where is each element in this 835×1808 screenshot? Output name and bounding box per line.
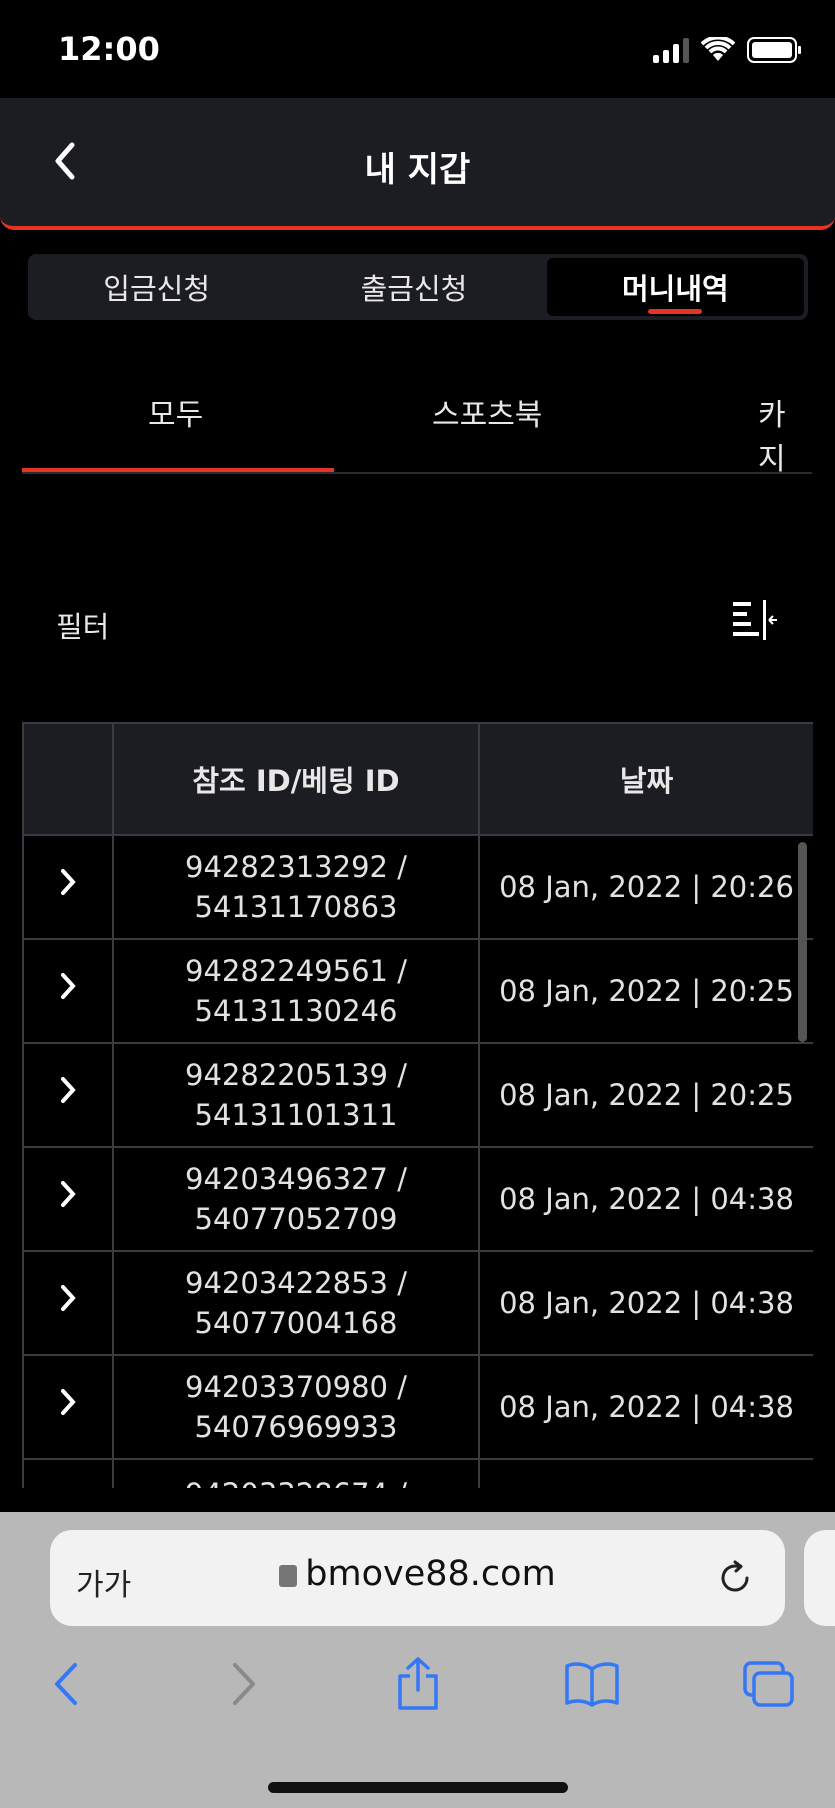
status-time: 12:00 [58,30,160,68]
tab-deposit-request[interactable]: 입금신청 [28,254,285,320]
reload-icon[interactable] [713,1556,757,1600]
url-display[interactable]: bmove88.com [50,1554,785,1594]
filter-icon [733,600,777,640]
expand-row-button[interactable] [22,1042,114,1148]
tab-sportsbook[interactable]: 스포츠북 [432,390,542,434]
chevron-right-icon [61,1077,76,1103]
expand-row-button[interactable] [22,1146,114,1252]
expand-row-button[interactable] [22,1354,114,1460]
date-cell [478,1458,813,1488]
column-header-reference-id: 참조 ID/베팅 ID [112,722,480,836]
address-bar[interactable]: 가가 bmove88.com [50,1530,785,1626]
share-button[interactable] [388,1654,448,1714]
browser-back-button[interactable] [36,1654,96,1714]
chevron-right-icon [61,1181,76,1207]
date-cell: 08 Jan, 2022 | 04:38 [478,1250,813,1356]
chevron-right-icon [61,1285,76,1311]
share-icon [398,1657,438,1710]
page-title: 내 지갑 [364,150,471,190]
wifi-icon [701,37,735,61]
table-header-row: 참조 ID/베팅 ID 날짜 [22,722,813,836]
chevron-right-icon [61,973,76,999]
money-history-table[interactable]: 참조 ID/베팅 ID 날짜 94282313292 / 54131170863… [22,722,813,1488]
column-header-date: 날짜 [478,722,813,836]
book-icon [565,1662,619,1707]
battery-icon [747,37,801,63]
date-cell: 08 Jan, 2022 | 20:26 [478,834,813,940]
reference-id-cell: 94282249561 / 54131130246 [112,938,480,1044]
tab-all[interactable]: 모두 [148,390,203,434]
chevron-right-icon [233,1663,255,1705]
expand-row-button[interactable] [22,1250,114,1356]
column-header-expand [22,722,114,836]
category-tabs: 모두 스포츠북 카지 [22,360,812,474]
reference-id-cell: 94282313292 / 54131170863 [112,834,480,940]
filter-label: 필터 [56,610,110,644]
date-cell: 08 Jan, 2022 | 20:25 [478,1042,813,1148]
lock-icon [279,1565,298,1587]
chevron-left-icon [55,1663,77,1705]
status-bar: 12:00 [0,0,835,98]
table-scrollbar[interactable] [798,842,807,1042]
tab-money-history[interactable]: 머니내역 [546,258,804,316]
chevron-right-icon [61,1389,76,1415]
tab-withdraw-request[interactable]: 출금신청 [285,254,542,320]
filter-toggle-icon[interactable] [731,598,779,642]
url-text: bmove88.com [305,1554,556,1594]
table-row[interactable]: 94282205139 / 54131101311 08 Jan, 2022 |… [22,1042,813,1148]
next-tab-pill[interactable] [804,1530,835,1626]
expand-row-button[interactable] [22,938,114,1044]
tabs-button[interactable] [738,1654,798,1714]
home-indicator [268,1782,568,1793]
browser-toolbar: 가가 bmove88.com [0,1512,835,1808]
browser-forward-button[interactable] [214,1654,274,1714]
bookmarks-button[interactable] [562,1654,622,1714]
reference-id-cell: 94203370980 / 54076969933 [112,1354,480,1460]
status-icons [653,36,803,64]
date-cell: 08 Jan, 2022 | 04:38 [478,1354,813,1460]
expand-row-button[interactable] [22,1458,114,1488]
browser-nav-row [0,1654,835,1734]
active-tab-indicator [22,468,334,472]
table-row[interactable]: 94282313292 / 54131170863 08 Jan, 2022 |… [22,834,813,940]
cellular-signal-icon [653,37,689,63]
date-cell: 08 Jan, 2022 | 20:25 [478,938,813,1044]
wallet-segment-tabs: 입금신청 출금신청 머니내역 [28,254,808,320]
table-row[interactable]: 94203496327 / 54077052709 08 Jan, 2022 |… [22,1146,813,1252]
reference-id-cell: 94282205139 / 54131101311 [112,1042,480,1148]
app-header: 내 지갑 [0,98,835,230]
reference-id-cell: 94203328674 / [112,1458,480,1488]
table-row[interactable]: 94282249561 / 54131130246 08 Jan, 2022 |… [22,938,813,1044]
table-row[interactable]: 94203422853 / 54077004168 08 Jan, 2022 |… [22,1250,813,1356]
reference-id-cell: 94203422853 / 54077004168 [112,1250,480,1356]
chevron-right-icon [61,869,76,895]
reference-id-cell: 94203496327 / 54077052709 [112,1146,480,1252]
tabs-icon [743,1661,794,1707]
tab-casino[interactable]: 카지 [758,390,812,472]
expand-row-button[interactable] [22,834,114,940]
table-row[interactable]: 94203328674 / [22,1458,813,1488]
date-cell: 08 Jan, 2022 | 04:38 [478,1146,813,1252]
table-row[interactable]: 94203370980 / 54076969933 08 Jan, 2022 |… [22,1354,813,1460]
